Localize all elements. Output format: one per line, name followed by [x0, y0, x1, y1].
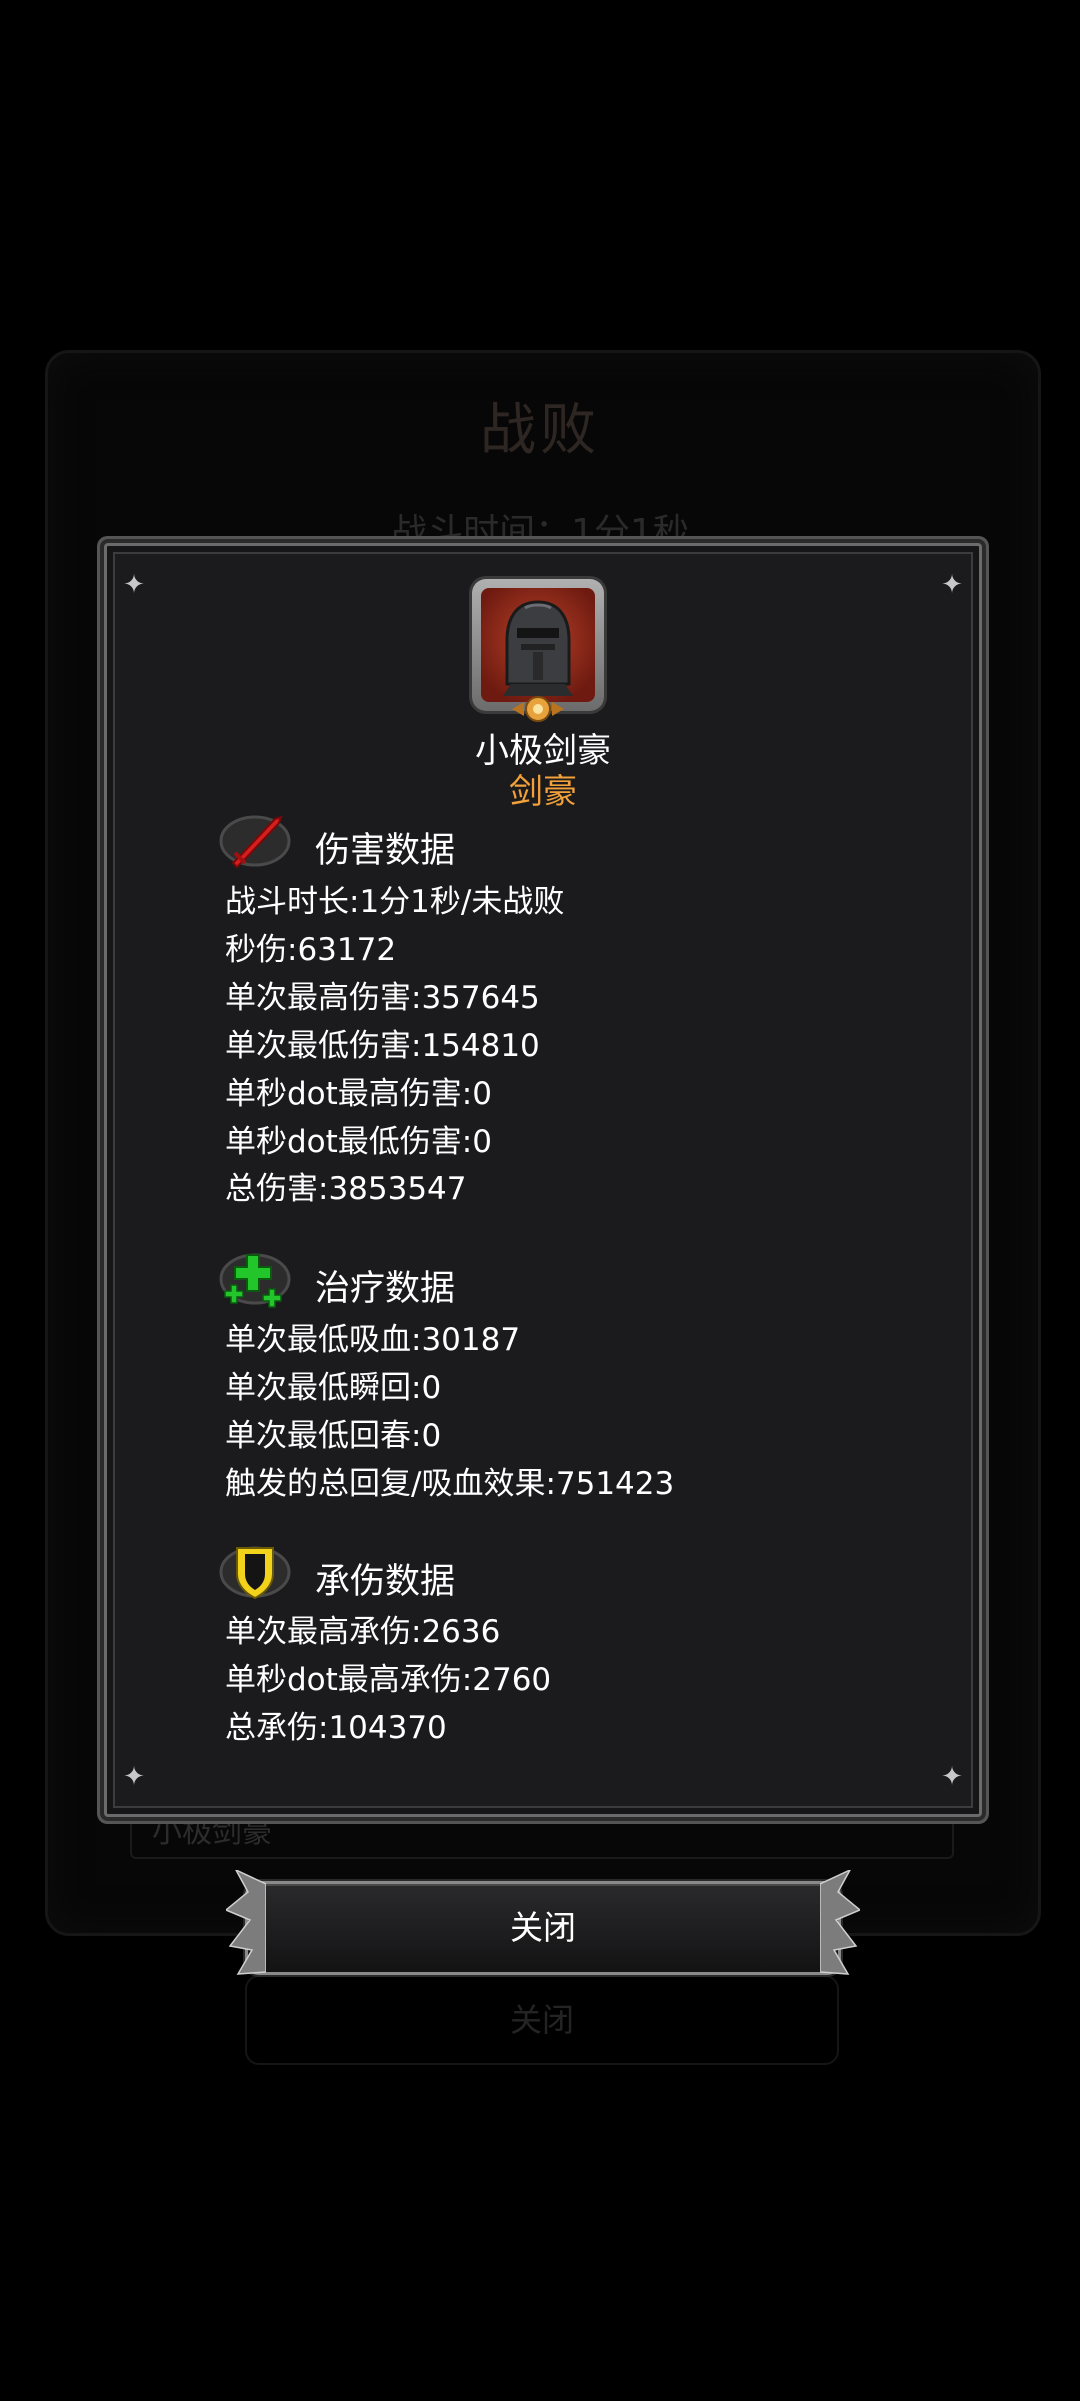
damage-stat: 单次最低伤害:154810: [225, 1028, 540, 1064]
heal-stat: 单次最低瞬回:0: [225, 1370, 442, 1406]
tank-stat: 单次最高承伤:2636: [225, 1614, 501, 1650]
medal-icon: [512, 696, 564, 722]
screen: 战败 战斗时间：1分1秒 小极剑豪 关闭 ✦ ✦ ✦ ✦ 小极剑豪 剑豪 伤害数…: [0, 0, 1080, 2401]
character-portrait: [472, 579, 604, 711]
damage-stat: 单秒dot最高伤害:0: [225, 1076, 492, 1112]
corner-star-icon: ✦: [123, 570, 145, 600]
corner-star-icon: ✦: [941, 1762, 963, 1792]
close-button-label: 关闭: [510, 1908, 576, 1947]
red-sword-icon: [219, 815, 291, 869]
heal-stat: 单次最低回春:0: [225, 1418, 442, 1454]
damage-stat: 总伤害:3853547: [225, 1171, 467, 1207]
damage-stat: 战斗时长:1分1秒/未战败: [225, 884, 565, 920]
corner-star-icon: ✦: [941, 570, 963, 600]
green-plus-icon: [219, 1253, 291, 1308]
tank-section-title: 承伤数据: [315, 1562, 456, 1602]
tank-stat: 单秒dot最高承伤:2760: [225, 1662, 552, 1698]
heal-stat: 触发的总回复/吸血效果:751423: [225, 1466, 675, 1502]
knight-helmet-icon: [481, 588, 595, 702]
heal-section-title: 治疗数据: [315, 1269, 456, 1309]
damage-stat: 单秒dot最低伤害:0: [225, 1124, 492, 1160]
damage-section-title: 伤害数据: [315, 831, 456, 871]
heal-stat: 单次最低吸血:30187: [225, 1322, 521, 1358]
damage-stat: 单次最高伤害:357645: [225, 980, 540, 1016]
damage-stat: 秒伤:63172: [225, 932, 397, 968]
background-close-button: 关闭: [245, 1975, 839, 2065]
yellow-shield-icon: [219, 1546, 291, 1600]
stats-popup: ✦ ✦ ✦ ✦ 小极剑豪 剑豪 伤害数据 战斗时长:1分1秒/未战败 秒伤:63…: [104, 543, 982, 1817]
background-title: 战败: [480, 398, 600, 463]
tank-stat: 总承伤:104370: [225, 1710, 447, 1746]
spike-ornament-icon: [820, 1870, 860, 1975]
spike-ornament-icon: [226, 1870, 266, 1975]
close-button[interactable]: 关闭: [226, 1870, 860, 1975]
character-class: 剑豪: [509, 772, 577, 812]
corner-star-icon: ✦: [123, 1762, 145, 1792]
